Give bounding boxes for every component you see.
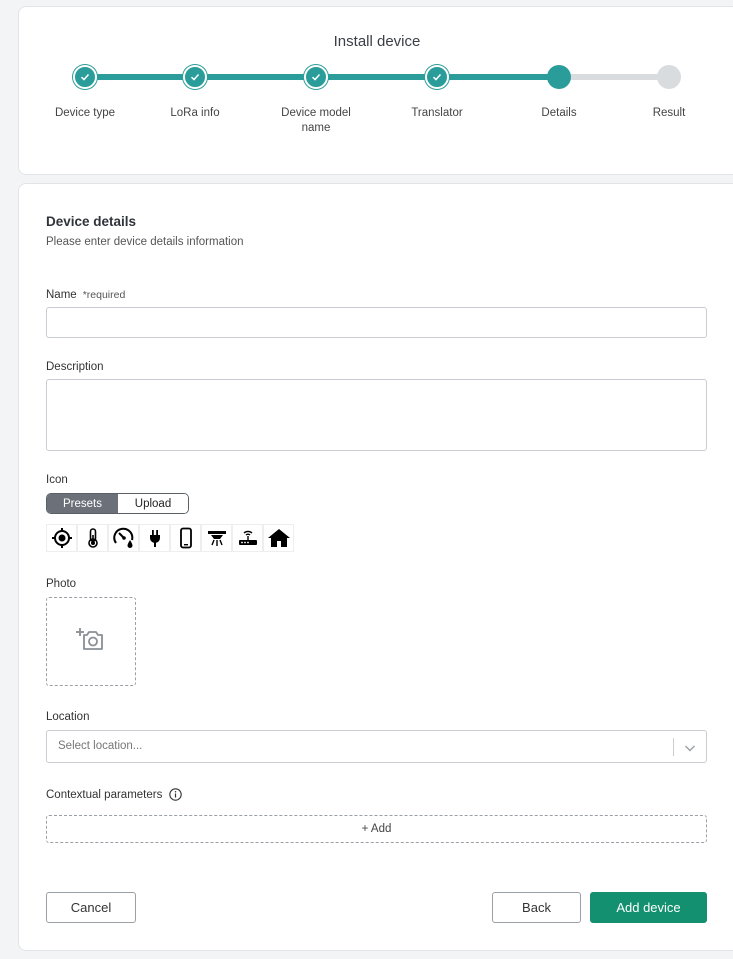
- step-label: LoRa info: [170, 107, 220, 119]
- required-hint: *required: [82, 289, 126, 301]
- phone-icon[interactable]: [170, 524, 201, 552]
- location-select[interactable]: Select location...: [46, 730, 707, 763]
- location-label: Location: [46, 711, 90, 723]
- home-icon[interactable]: [263, 524, 294, 552]
- photo-label: Photo: [46, 578, 77, 590]
- chevron-down-icon[interactable]: [684, 741, 696, 759]
- icon-presets: [46, 524, 294, 552]
- step-label: Device model name: [281, 107, 351, 134]
- stepper-card: Install device Device type LoRa info Dev…: [18, 6, 733, 175]
- contextual-parameters-text: Contextual parameters: [46, 788, 163, 801]
- stepper-title: Install device: [333, 33, 421, 50]
- section-title: Device details: [46, 214, 137, 229]
- icon-source-toggle: Presets Upload: [46, 493, 189, 514]
- step-translator: Translator: [387, 65, 487, 121]
- pending-step-dot: [657, 65, 681, 89]
- presets-tab[interactable]: Presets: [47, 494, 118, 513]
- plug-icon[interactable]: [139, 524, 170, 552]
- add-photo-icon: [76, 626, 106, 657]
- current-step-dot: [547, 65, 571, 89]
- thermometer-icon[interactable]: [77, 524, 108, 552]
- crosshair-icon[interactable]: [46, 524, 77, 552]
- step-lora-info: LoRa info: [145, 65, 245, 121]
- step-label: Details: [541, 107, 577, 119]
- check-icon: [304, 65, 328, 89]
- step-details: Details: [509, 65, 609, 121]
- photo-upload-dropzone[interactable]: [46, 597, 136, 686]
- location-placeholder: Select location...: [58, 740, 143, 752]
- description-textarea[interactable]: [46, 379, 707, 451]
- name-label-text: Name: [46, 289, 77, 301]
- icon-label: Icon: [46, 474, 68, 486]
- step-device-model-name: Device model name: [266, 65, 366, 136]
- name-label: Name *required: [46, 289, 125, 301]
- section-subtitle: Please enter device details information: [46, 236, 244, 248]
- gauge-drop-icon[interactable]: [108, 524, 139, 552]
- contextual-parameters-label: Contextual parameters: [46, 788, 183, 801]
- step-device-type: Device type: [35, 65, 135, 121]
- upload-tab[interactable]: Upload: [118, 494, 188, 513]
- step-label: Translator: [411, 107, 463, 119]
- cancel-button[interactable]: Cancel: [46, 892, 136, 923]
- step-result: Result: [619, 65, 719, 121]
- ceiling-lamp-icon[interactable]: [201, 524, 232, 552]
- back-button[interactable]: Back: [492, 892, 581, 923]
- select-divider: [673, 738, 674, 756]
- check-icon: [183, 65, 207, 89]
- name-input[interactable]: [46, 307, 707, 338]
- device-details-card: Device details Please enter device detai…: [18, 183, 733, 951]
- info-icon[interactable]: [169, 788, 183, 801]
- router-icon[interactable]: [232, 524, 263, 552]
- description-label: Description: [46, 361, 104, 373]
- check-icon: [425, 65, 449, 89]
- check-icon: [73, 65, 97, 89]
- step-label: Result: [652, 107, 686, 119]
- add-contextual-parameter-button[interactable]: + Add: [46, 815, 707, 843]
- add-device-button[interactable]: Add device: [590, 892, 707, 923]
- step-label: Device type: [54, 107, 116, 119]
